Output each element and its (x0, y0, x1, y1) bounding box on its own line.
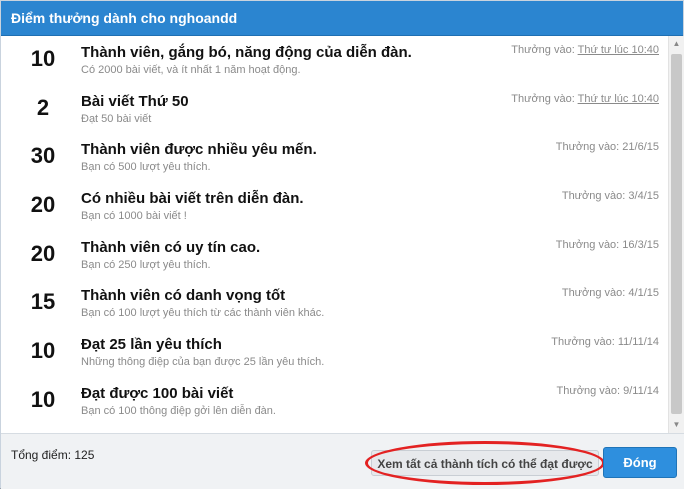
award-points: 2 (36, 94, 50, 120)
award-date: Thưởng vào: 11/11/14 (551, 336, 659, 348)
award-title: Đạt được 100 bài viết (81, 384, 234, 402)
view-all-achievements-button[interactable]: Xem tất cả thành tích có thể đạt được (371, 450, 599, 476)
award-description: Bạn có 100 thông điệp gởi lên diễn đàn. (81, 404, 276, 417)
scroll-thumb[interactable] (671, 54, 682, 414)
award-date: Thưởng vào: 16/3/15 (556, 239, 659, 251)
award-points: 20 (30, 240, 56, 266)
award-date-label: Thưởng vào: (561, 287, 626, 300)
award-title: Đạt 25 lần yêu thích (81, 336, 222, 354)
award-description: Đạt 50 bài viết (81, 112, 152, 125)
award-date-value: 21/6/15 (622, 141, 659, 154)
award-date-value: 9/11/14 (623, 384, 659, 397)
award-points: 20 (30, 192, 56, 218)
award-date-value[interactable]: Thứ tư lúc 10:40 (578, 44, 659, 56)
award-date-label: Thưởng vào: (561, 190, 626, 203)
award-description: Bạn có 500 lượt yêu thích. (81, 161, 211, 174)
award-date-label: Thưởng vào: (555, 141, 620, 154)
awards-list-container[interactable]: 10 Thành viên, gắng bó, năng động của diễ… (1, 36, 684, 433)
award-points: 30 (30, 143, 56, 169)
award-date-value: 3/4/15 (628, 190, 659, 203)
award-points: 10 (30, 46, 56, 71)
award-date-value[interactable]: Thứ tư lúc 10:40 (578, 93, 659, 105)
award-date-value: 11/11/14 (617, 336, 659, 349)
award-date: Thưởng vào: 9/11/14 (557, 385, 659, 397)
scroll-down-arrow-icon[interactable]: ▼ (669, 417, 684, 433)
award-description: Bạn có 1000 bài viết ! (81, 210, 187, 223)
award-title: Bài viết Thứ 50 (81, 92, 189, 110)
award-date: Thưởng vào: Thứ tư lúc 10:40 (511, 44, 659, 56)
award-date-value: 16/3/15 (622, 238, 659, 251)
award-title: Thành viên được nhiều yêu mến. (81, 141, 317, 159)
award-date-label: Thưởng vào: (556, 384, 621, 397)
close-button[interactable]: Đóng (603, 447, 677, 478)
award-date-label: Thưởng vào: (511, 92, 575, 105)
award-row: 10 Thành viên, gắng bó, năng động của diễ… (1, 36, 667, 85)
awards-list: 10 Thành viên, gắng bó, năng động của diễ… (1, 36, 667, 433)
scrollbar[interactable]: ▲ ▼ (668, 36, 684, 433)
award-description: Bạn có 100 lượt yêu thích từ các thành v… (81, 307, 325, 320)
award-points: 10 (30, 338, 56, 364)
award-row: 30 Thành viên được nhiều yêu mến. Bạn có 5… (1, 133, 667, 182)
award-date: Thưởng vào: 3/4/15 (562, 190, 659, 202)
award-row: 20 Thành viên có uy tín cao. Bạn có 250 lư… (1, 231, 667, 280)
award-points: 15 (30, 289, 56, 315)
award-row: 2 Bài viết Thứ 50 Đạt 50 bài viết Thưởng và… (1, 85, 667, 134)
dialog-title: Điểm thưởng dành cho nghoandd (1, 1, 683, 36)
awards-dialog: Điểm thưởng dành cho nghoandd 10 Thành vi… (0, 0, 684, 489)
award-row: 10 Đạt 25 lần yêu thích Những thông điệp c… (1, 328, 667, 377)
award-description: Những thông điệp của bạn được 25 lần yêu… (81, 356, 325, 369)
award-date-label: Thưởng vào: (511, 44, 575, 56)
award-date: Thưởng vào: 21/6/15 (556, 141, 659, 153)
award-title: Thành viên, gắng bó, năng động của diễn … (81, 44, 412, 61)
award-date-value: 4/1/15 (628, 287, 659, 300)
award-title: Thành viên có uy tín cao. (81, 238, 261, 256)
award-row: 20 Có nhiều bài viết trên diễn đàn. Bạn có… (1, 182, 667, 231)
award-row: 10 Đạt được 100 bài viết Bạn có 100 thông … (1, 377, 667, 426)
award-row: 15 Thành viên có danh vọng tốt Bạn có 100 … (1, 279, 667, 328)
total-points: Tổng điểm: 125 (11, 448, 95, 462)
award-date: Thưởng vào: Thứ tư lúc 10:40 (511, 93, 659, 105)
award-date-label: Thưởng vào: (551, 336, 615, 349)
award-points: 10 (30, 386, 56, 412)
award-date: Thưởng vào: 4/1/15 (562, 287, 659, 299)
dialog-footer: Tổng điểm: 125 Xem tất cả thành tích có … (1, 433, 684, 489)
award-title: Có nhiều bài viết trên diễn đàn. (81, 190, 304, 208)
scroll-up-arrow-icon[interactable]: ▲ (669, 36, 684, 52)
award-description: Bạn có 250 lượt yêu thích. (81, 258, 211, 271)
award-date-label: Thưởng vào: (555, 238, 620, 251)
award-title: Thành viên có danh vọng tốt (81, 287, 286, 305)
award-description: Có 2000 bài viết, và ít nhất 1 năm hoạt … (81, 64, 301, 76)
